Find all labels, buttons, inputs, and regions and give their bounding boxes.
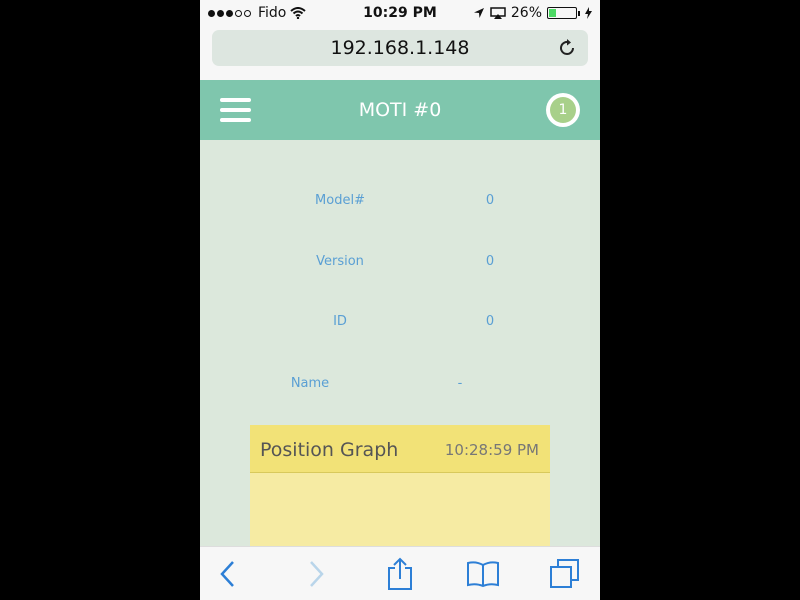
back-arrow-icon	[220, 561, 234, 587]
phone-screen: Fido 10:29 PM 26% 192.168.1.148 MOTI #0 …	[200, 0, 600, 600]
battery-percent: 26%	[510, 5, 542, 21]
badge-count: 1	[550, 97, 576, 123]
device-count-badge[interactable]: 1	[546, 93, 580, 127]
address-bar[interactable]: 192.168.1.148	[212, 30, 588, 66]
battery-icon	[547, 7, 577, 19]
info-label: ID	[333, 314, 347, 329]
forward-button[interactable]	[299, 557, 333, 591]
share-button[interactable]	[383, 557, 417, 591]
info-label: Version	[316, 254, 364, 269]
info-value: 0	[485, 314, 495, 329]
forward-arrow-icon	[310, 561, 324, 587]
browser-toolbar	[200, 546, 600, 600]
airplay-icon	[490, 7, 506, 19]
tabs-icon	[550, 559, 579, 588]
tabs-button[interactable]	[548, 557, 582, 591]
location-arrow-icon	[473, 8, 484, 18]
share-icon	[388, 557, 412, 590]
info-row-model: Model# 0	[200, 193, 600, 213]
info-row-id: ID 0	[200, 314, 600, 334]
info-value: 0	[485, 193, 495, 208]
battery-level	[549, 9, 556, 17]
info-row-version: Version 0	[200, 254, 600, 274]
app-title: MOTI #0	[358, 99, 442, 121]
app-page: MOTI #0 1 Model# 0 Version 0 ID 0 Name -…	[200, 80, 600, 546]
card-title: Position Graph	[260, 439, 399, 461]
info-label: Model#	[315, 193, 365, 208]
info-value: -	[457, 376, 463, 391]
info-label: Name	[290, 376, 330, 391]
card-timestamp: 10:28:59 PM	[444, 441, 539, 459]
reload-icon[interactable]	[556, 37, 578, 59]
app-header: MOTI #0 1	[200, 80, 600, 140]
charging-bolt-icon	[585, 7, 592, 19]
bookmarks-icon	[467, 561, 499, 588]
info-row-name: Name -	[200, 376, 600, 396]
back-button[interactable]	[211, 557, 245, 591]
position-graph-card: Position Graph 10:28:59 PM	[250, 425, 550, 546]
battery-tip	[578, 10, 580, 16]
url-text[interactable]: 192.168.1.148	[330, 37, 469, 59]
status-bar: Fido 10:29 PM 26%	[200, 0, 600, 26]
info-value: 0	[485, 254, 495, 269]
status-right: 26%	[473, 5, 592, 21]
card-header: Position Graph 10:28:59 PM	[250, 425, 550, 473]
bookmarks-button[interactable]	[466, 557, 500, 591]
